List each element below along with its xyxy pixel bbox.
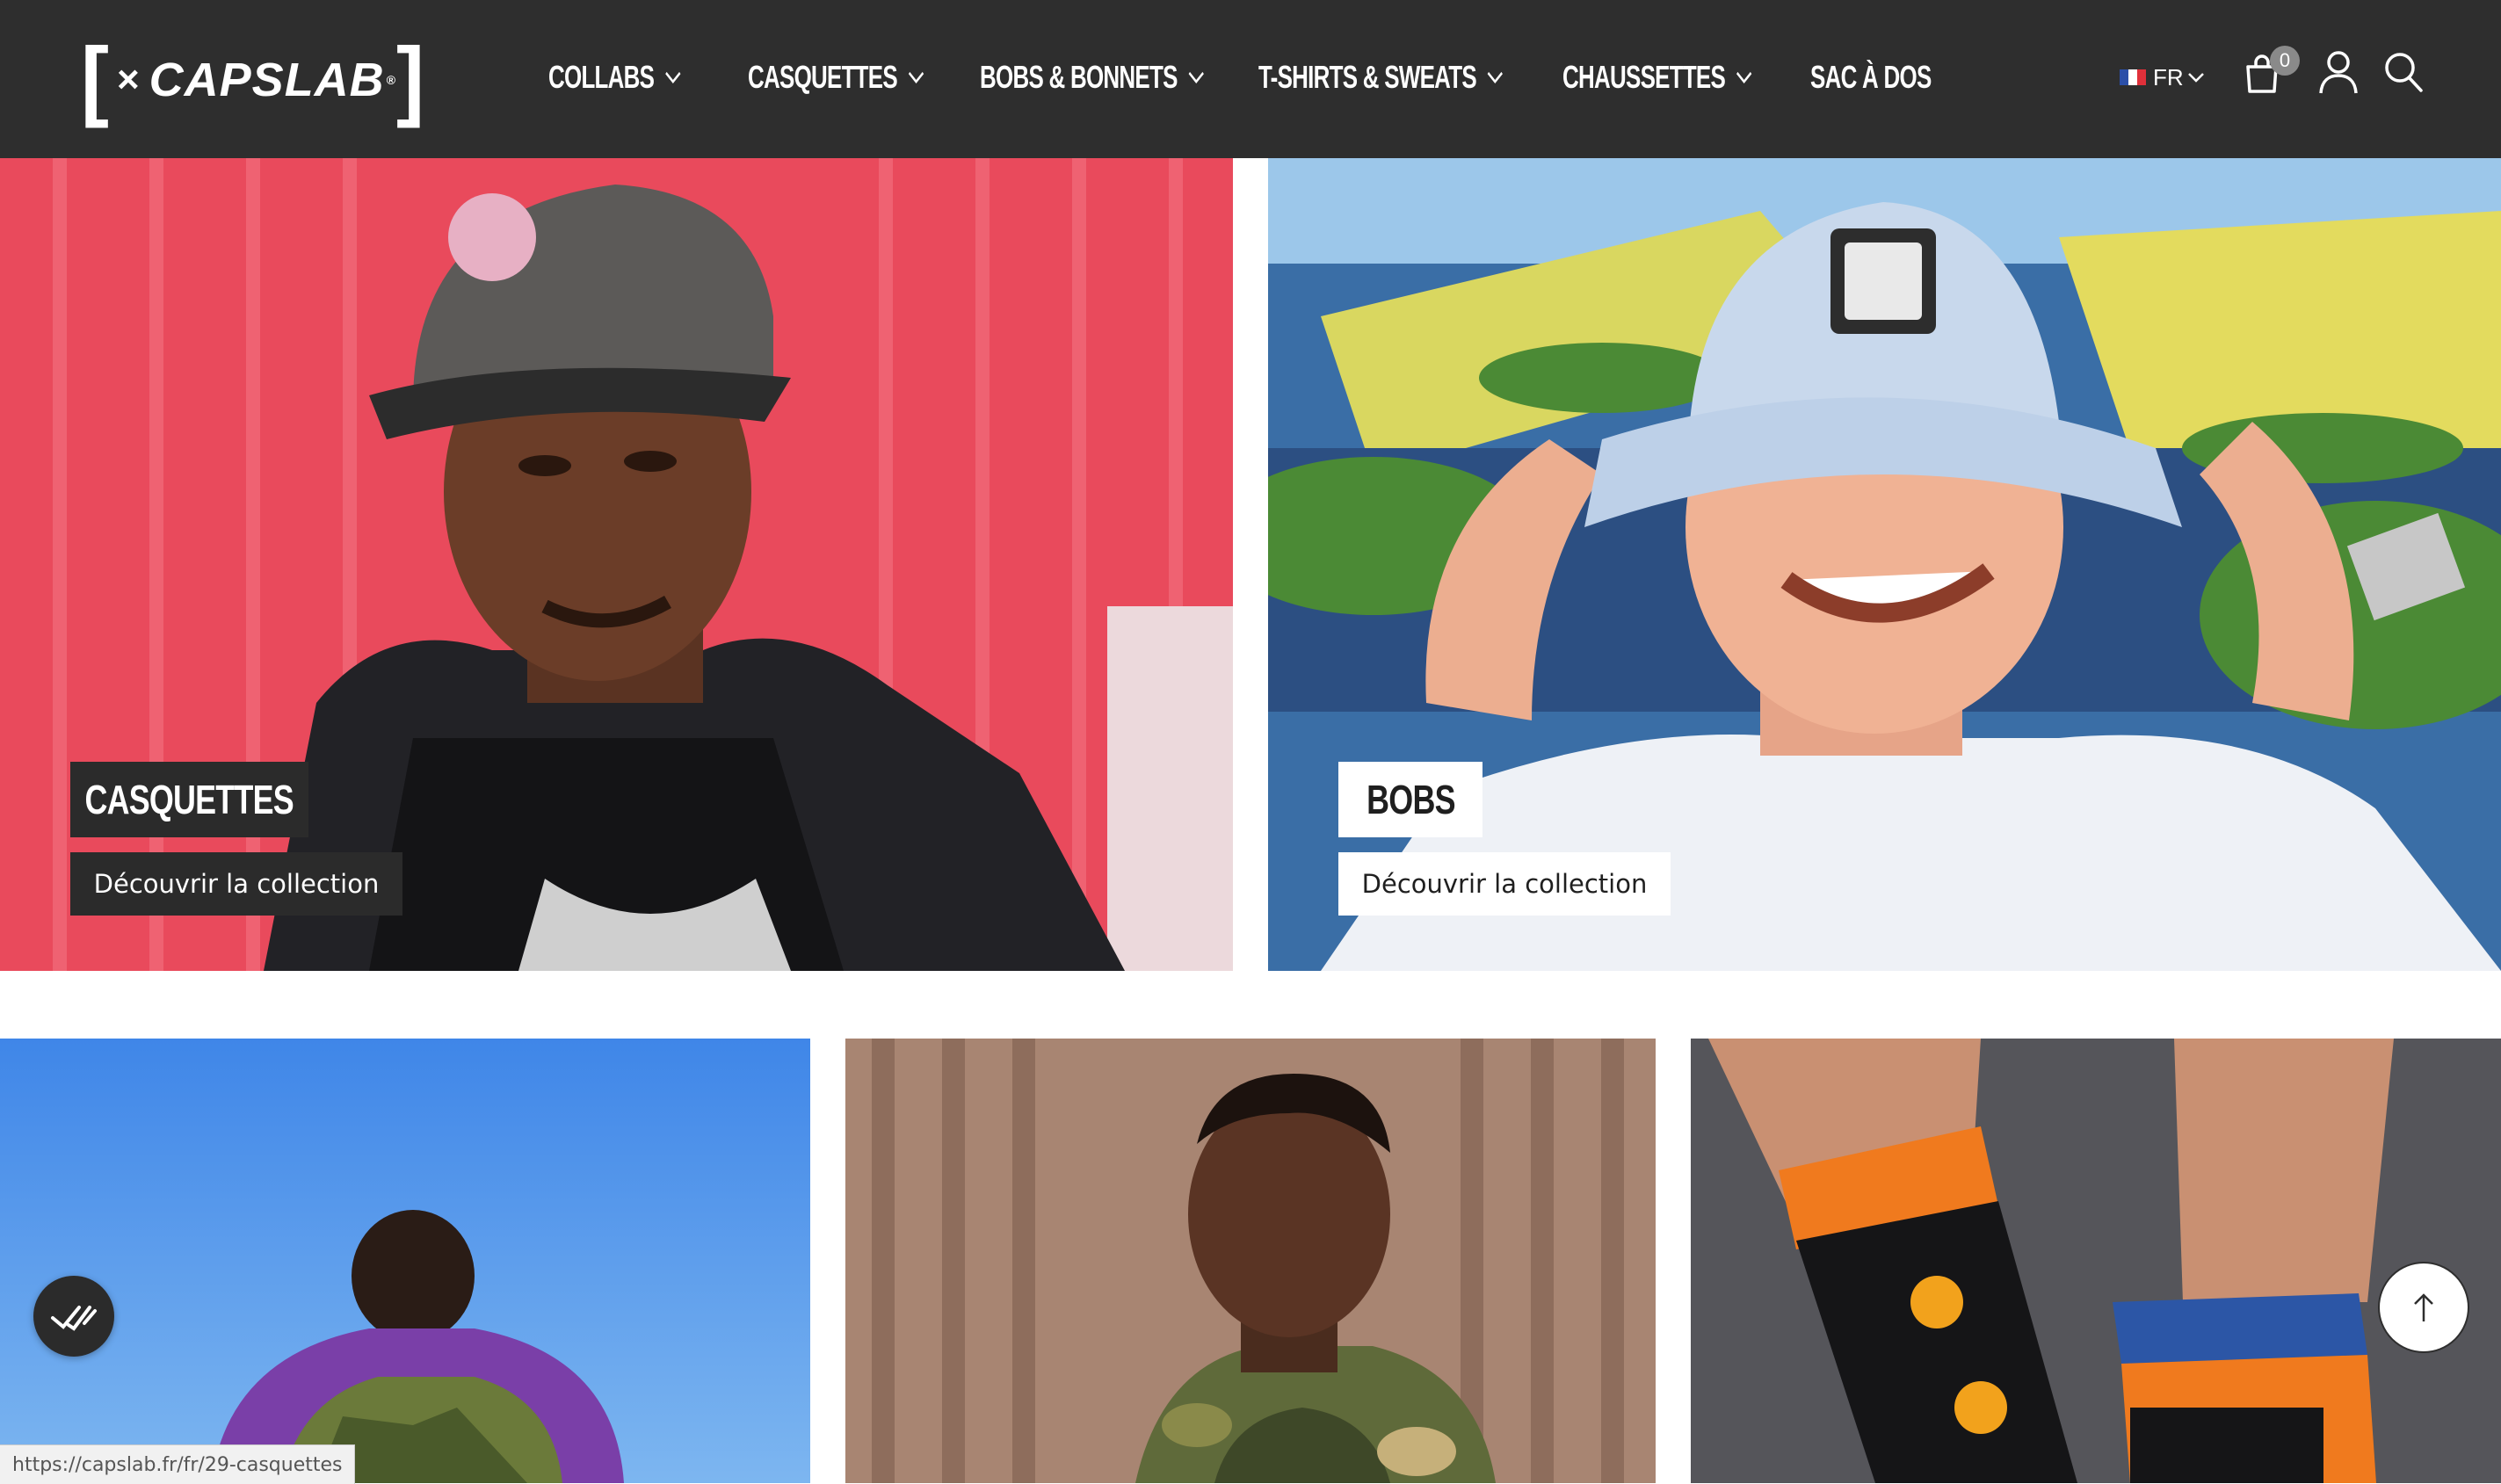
account-button[interactable] — [2318, 49, 2359, 98]
chevron-down-icon — [1188, 71, 1204, 84]
backpack-photo — [0, 1039, 810, 1483]
chevron-down-icon — [2187, 73, 2204, 83]
chaussettes-tile[interactable] — [1691, 1039, 2501, 1483]
double-check-icon — [51, 1306, 97, 1331]
trust-badge-button[interactable] — [33, 1276, 114, 1357]
language-code: FR — [2153, 63, 2184, 90]
bobs-title[interactable]: BOBS — [1338, 762, 1482, 837]
nav-item-label: COLLABS — [548, 59, 655, 95]
search-icon — [2385, 53, 2423, 92]
bobs-cta-button[interactable]: Découvrir la collection — [1338, 852, 1671, 916]
nav-item-bobs-bonnets[interactable]: BOBS & BONNETS — [980, 51, 1205, 104]
logo-registered-mark: ® — [386, 73, 397, 87]
site-header: [ × CAPSLAB ® ] COLLABS CASQUETTES BOBS … — [0, 0, 2501, 158]
france-flag-icon — [2120, 69, 2146, 85]
t-shirts-sweats-tile[interactable] — [845, 1039, 1656, 1483]
back-to-top-button[interactable] — [2378, 1262, 2469, 1353]
nav-item-label: T-SHIRTS & SWEATS — [1258, 59, 1477, 95]
browser-status-url: https://capslab.fr/fr/29-casquettes — [0, 1444, 356, 1484]
logo-x-mark: × — [116, 58, 141, 101]
language-selector[interactable]: FR — [2120, 62, 2205, 93]
nav-item-label: BOBS & BONNETS — [980, 59, 1178, 95]
nav-item-label: SAC À DOS — [1810, 59, 1932, 95]
chevron-down-icon — [1736, 71, 1752, 84]
chevron-down-icon — [1487, 71, 1504, 84]
nav-item-label: CASQUETTES — [748, 59, 898, 95]
chevron-down-icon — [665, 71, 681, 84]
casquettes-photo — [0, 158, 1233, 971]
bobs-photo — [1268, 158, 2501, 971]
sac-a-dos-tile[interactable] — [0, 1039, 810, 1483]
nav-item-tshirts-sweats[interactable]: T-SHIRTS & SWEATS — [1258, 51, 1504, 104]
casquettes-title[interactable]: CASQUETTES — [70, 762, 308, 837]
nav-item-sac-a-dos[interactable]: SAC À DOS — [1810, 51, 1932, 104]
user-icon — [2319, 51, 2358, 94]
arrow-up-icon — [2414, 1293, 2433, 1321]
search-button[interactable] — [2383, 51, 2424, 97]
nav-item-label: CHAUSSETTES — [1562, 59, 1726, 95]
nav-item-chaussettes[interactable]: CHAUSSETTES — [1562, 51, 1753, 104]
casquettes-cta-button[interactable]: Découvrir la collection — [70, 852, 402, 916]
socks-photo — [1691, 1039, 2501, 1483]
bobs-collection-tile[interactable]: BOBS Découvrir la collection — [1268, 158, 2501, 971]
sweat-photo — [845, 1039, 1656, 1483]
nav-item-casquettes[interactable]: CASQUETTES — [748, 51, 925, 104]
capslab-logo[interactable]: [ × CAPSLAB ® ] — [81, 35, 424, 124]
cart-count-badge: 0 — [2270, 46, 2300, 76]
casquettes-collection-tile[interactable]: CASQUETTES Découvrir la collection — [0, 158, 1233, 971]
chevron-down-icon — [908, 71, 924, 84]
logo-text: CAPSLAB — [149, 54, 385, 106]
nav-item-collabs[interactable]: COLLABS — [548, 51, 682, 104]
